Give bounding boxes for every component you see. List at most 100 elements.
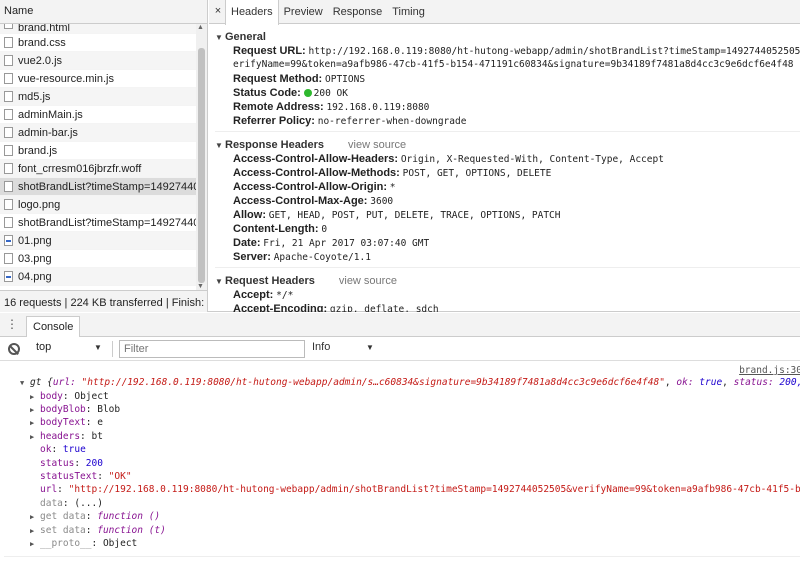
header-value: */* xyxy=(276,290,294,301)
header-value: GET, HEAD, POST, PUT, DELETE, TRACE, OPT… xyxy=(268,210,561,221)
section-title: Request Headers xyxy=(225,275,315,287)
request-name: md5.js xyxy=(18,91,51,103)
request-row[interactable]: 01.png xyxy=(0,232,197,250)
scroll-down-icon[interactable]: ▼ xyxy=(197,283,204,290)
scroll-up-icon[interactable]: ▲ xyxy=(197,24,204,31)
request-row[interactable]: vue-resource.min.js xyxy=(0,70,197,88)
header-row: Access-Control-Allow-Headers: Origin, X-… xyxy=(215,152,800,166)
file-icon xyxy=(4,55,13,66)
request-row[interactable]: vue2.0.js xyxy=(0,52,197,70)
view-source-link[interactable]: view source xyxy=(348,139,406,151)
tab-timing[interactable]: Timing xyxy=(387,0,430,23)
property-key: bodyText xyxy=(40,417,86,429)
context-select[interactable]: top ▼ xyxy=(36,341,106,357)
header-value: 192.168.0.119:8080 xyxy=(326,102,430,113)
response-headers-section: ▼ Response Headers view source Access-Contr… xyxy=(215,138,800,268)
header-row: erifyName=99&token=a9afb986-47cb-41f5-b1… xyxy=(215,58,800,72)
request-list-scrollbar[interactable]: ▲ ▼ xyxy=(196,24,207,290)
object-property[interactable]: ▶ get data: function () xyxy=(30,510,160,524)
request-row[interactable]: shotBrandList?timeStamp=149274405... xyxy=(0,214,197,232)
expand-triangle-icon[interactable]: ▼ xyxy=(20,377,30,390)
object-property[interactable]: ▶ body: Object xyxy=(30,390,109,404)
request-row[interactable]: font_crresm016jbrzfr.woff xyxy=(0,160,197,178)
property-value: function (t) xyxy=(97,524,166,536)
header-row: Allow: GET, HEAD, POST, PUT, DELETE, TRA… xyxy=(215,208,800,222)
url-key: url: xyxy=(52,377,76,388)
header-row: Accept: */* xyxy=(215,288,800,302)
console-output: brand.js:30 ▼ gt {url: "http://192.168.0.… xyxy=(0,361,800,556)
expand-triangle-icon[interactable]: ▶ xyxy=(30,538,40,551)
request-headers-header[interactable]: ▼ Request Headers view source xyxy=(215,274,800,288)
log-level-select[interactable]: Info ▼ xyxy=(312,341,378,357)
header-value: 0 xyxy=(321,224,328,235)
request-name: 01.png xyxy=(18,235,52,247)
request-name: shotBrandList?timeStamp=149274405... xyxy=(18,217,197,229)
drawer-menu-icon[interactable]: ⋮ xyxy=(6,317,18,331)
response-headers-header[interactable]: ▼ Response Headers view source xyxy=(215,138,800,152)
header-key: Access-Control-Allow-Origin: xyxy=(233,181,388,193)
request-row[interactable]: md5.js xyxy=(0,88,197,106)
expand-triangle-icon[interactable]: ▼ xyxy=(215,31,225,45)
object-property[interactable]: ▶ __proto__: Object xyxy=(30,537,137,551)
property-key: bodyBlob xyxy=(40,403,86,415)
request-list-pane: Name brand.html brand.css vue2.0.js vue-res… xyxy=(0,0,208,312)
header-value: erifyName=99&token=a9afb986-47cb-41f5-b1… xyxy=(233,59,794,70)
expand-triangle-icon[interactable]: ▼ xyxy=(215,275,225,289)
tab-console[interactable]: Console xyxy=(26,316,81,337)
clear-console-icon[interactable] xyxy=(8,343,20,355)
object-property[interactable]: ▶ set data: function (t) xyxy=(30,524,166,538)
object-property[interactable]: ▶ bodyText: e xyxy=(30,416,103,430)
expand-triangle-icon[interactable]: ▶ xyxy=(30,404,40,417)
object-property[interactable]: ▶ headers: bt xyxy=(30,430,103,444)
header-row: Date: Fri, 21 Apr 2017 03:07:40 GMT xyxy=(215,236,800,250)
request-row[interactable]: admin-bar.js xyxy=(0,124,197,142)
console-prompt[interactable] xyxy=(4,556,800,565)
expand-triangle-icon[interactable]: ▶ xyxy=(30,525,40,538)
close-icon[interactable]: × xyxy=(211,0,225,23)
expand-triangle-icon[interactable]: ▶ xyxy=(30,511,40,524)
expand-triangle-icon[interactable]: ▼ xyxy=(215,139,225,153)
header-row: Status Code: 200 OK xyxy=(215,86,800,100)
expand-triangle-icon[interactable]: ▶ xyxy=(30,391,40,404)
header-row: Request URL: http://192.168.0.119:8080/h… xyxy=(215,44,800,58)
request-row[interactable]: brand.js xyxy=(0,142,197,160)
expand-triangle-icon[interactable]: ▶ xyxy=(30,431,40,444)
tab-headers[interactable]: Headers xyxy=(225,0,279,25)
header-value: http://192.168.0.119:8080/ht-hutong-weba… xyxy=(308,46,800,57)
logged-object[interactable]: ▼ gt {url: "http://192.168.0.119:8080/ht-… xyxy=(20,376,800,390)
request-row[interactable]: brand.css xyxy=(0,34,197,52)
request-row[interactable]: 04.png xyxy=(0,268,197,286)
general-header[interactable]: ▼ General xyxy=(215,30,800,44)
request-list: brand.html brand.css vue2.0.js vue-resource… xyxy=(0,24,197,290)
header-row: Access-Control-Max-Age: 3600 xyxy=(215,194,800,208)
property-value: 200 xyxy=(85,457,103,469)
object-property: ok: true xyxy=(40,444,86,456)
ok-value: true xyxy=(699,377,723,388)
file-icon xyxy=(4,109,13,120)
property-key: status xyxy=(40,457,75,469)
filter-input[interactable] xyxy=(119,340,305,358)
request-row[interactable]: brand.html xyxy=(0,24,197,34)
request-row[interactable]: 03.png xyxy=(0,250,197,268)
log-level-value: Info xyxy=(312,341,331,353)
header-value: 200 OK xyxy=(313,88,348,99)
header-key: Access-Control-Allow-Methods: xyxy=(233,167,400,179)
header-key: Date: xyxy=(233,237,261,249)
name-column-header[interactable]: Name xyxy=(0,0,207,24)
scroll-thumb[interactable] xyxy=(198,48,205,283)
tab-response[interactable]: Response xyxy=(328,0,388,23)
header-value: * xyxy=(389,182,396,193)
request-row[interactable]: logo.png xyxy=(0,196,197,214)
request-row[interactable]: shotBrandList?timeStamp=149274405... xyxy=(0,178,197,196)
header-value: Apache-Coyote/1.1 xyxy=(273,252,371,263)
object-property[interactable]: ▶ bodyBlob: Blob xyxy=(30,403,120,417)
expand-triangle-icon[interactable]: ▶ xyxy=(30,417,40,430)
request-row[interactable]: adminMain.js xyxy=(0,106,197,124)
view-source-link[interactable]: view source xyxy=(339,275,397,287)
headers-view: ▼ General Request URL: http://192.168.0.11… xyxy=(209,24,800,312)
header-key: Request URL: xyxy=(233,45,306,57)
file-icon xyxy=(4,127,13,138)
header-row: Access-Control-Allow-Methods: POST, GET,… xyxy=(215,166,800,180)
property-key: body xyxy=(40,390,63,402)
tab-preview[interactable]: Preview xyxy=(279,0,328,23)
